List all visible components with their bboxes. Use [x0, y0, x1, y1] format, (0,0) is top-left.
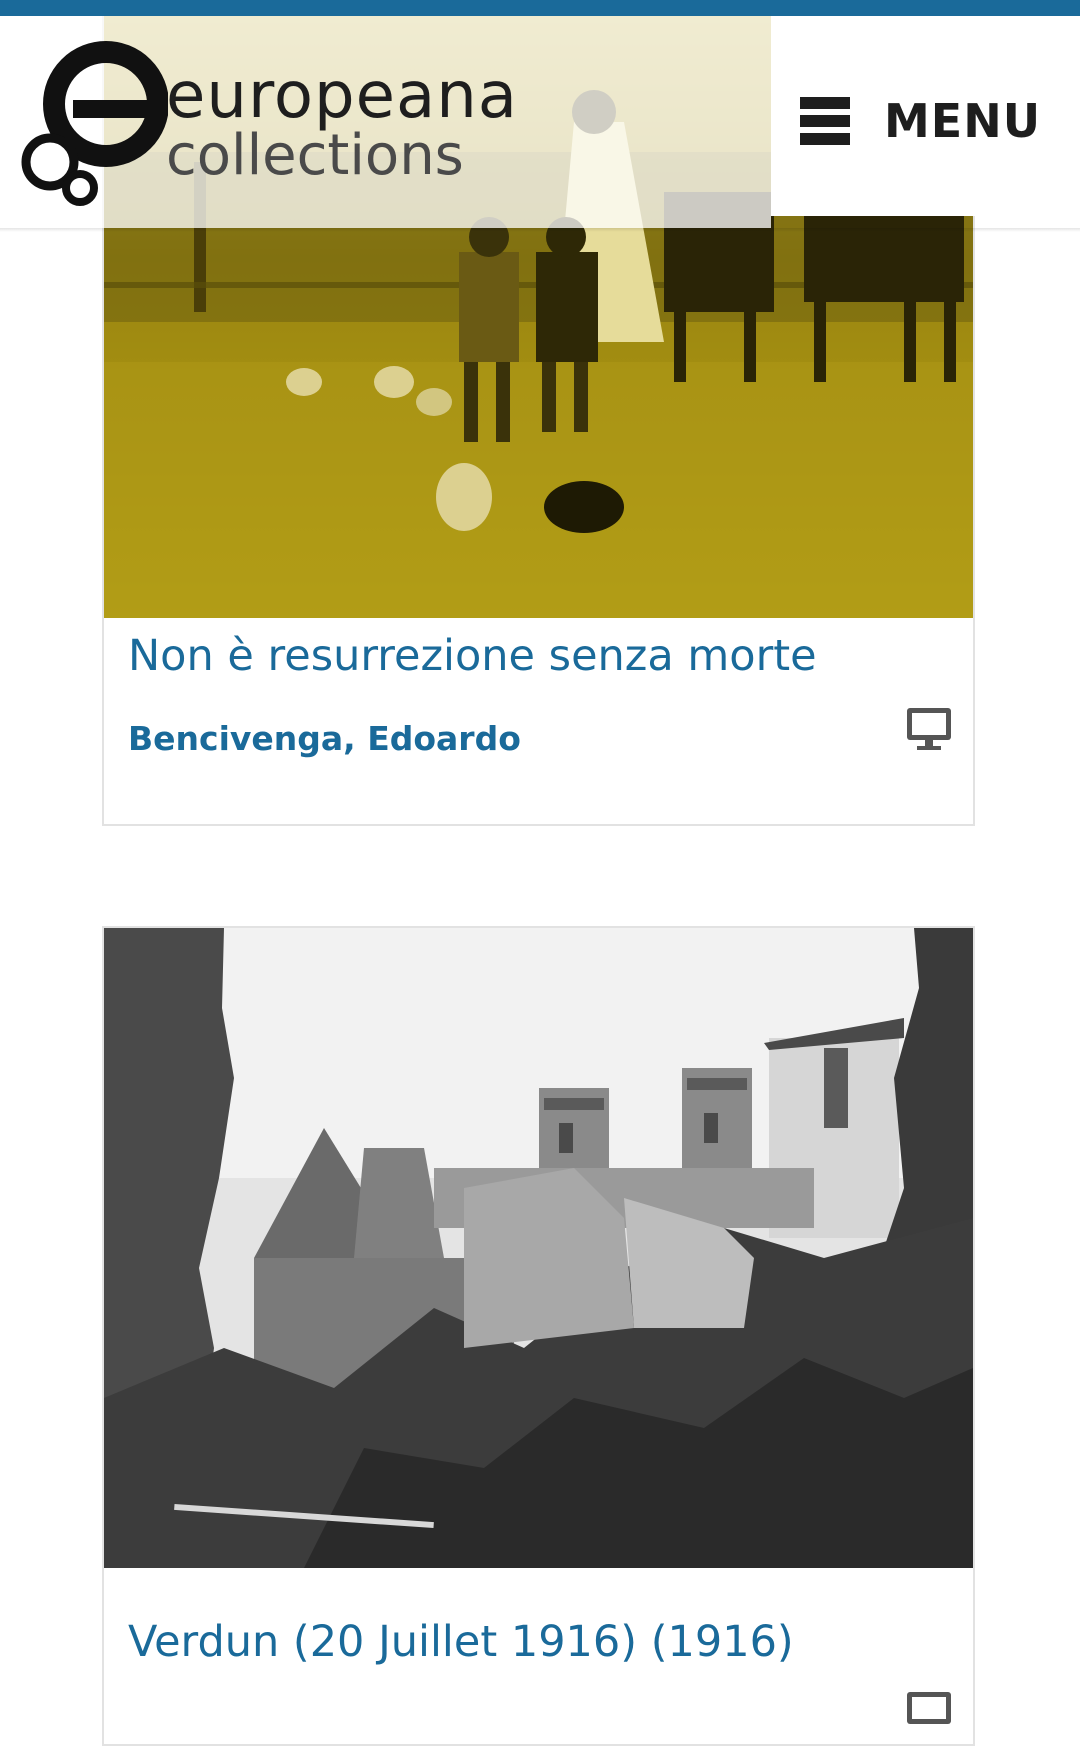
logo-wordmark-europeana: europeana	[166, 59, 518, 133]
menu-button[interactable]: MENU	[800, 86, 1050, 156]
card-title-link[interactable]: Non è resurrezione senza morte	[128, 630, 817, 682]
card-thumbnail[interactable]	[104, 928, 973, 1568]
europeana-logo[interactable]: europeana collections	[18, 38, 528, 208]
europeana-e-icon	[21, 41, 168, 206]
result-card[interactable]: Verdun (20 Juillet 1916) (1916)	[102, 926, 975, 1746]
site-header: europeana collections MENU	[0, 16, 1080, 232]
top-accent-strip	[0, 0, 1080, 16]
hamburger-icon	[800, 95, 854, 147]
menu-label: MENU	[884, 94, 1042, 148]
monitor-icon	[907, 1692, 951, 1724]
header-shadow	[0, 228, 1080, 232]
desktop-monitor-icon	[907, 708, 951, 750]
logo-wordmark-collections: collections	[166, 123, 464, 188]
ruined-town-photo	[104, 928, 973, 1568]
card-title-link[interactable]: Verdun (20 Juillet 1916) (1916)	[128, 1616, 794, 1668]
card-author-link[interactable]: Bencivenga, Edoardo	[128, 719, 521, 759]
